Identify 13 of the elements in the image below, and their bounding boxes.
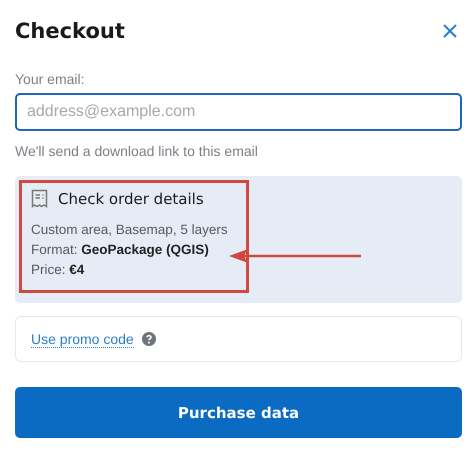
close-icon[interactable] [442,23,458,39]
order-detail: Format: GeoPackage (QGIS) [31,241,210,259]
receipt-icon [31,189,48,208]
help-icon[interactable] [142,332,156,346]
promo-link[interactable]: Use promo code [31,330,134,348]
field-label: Your email: [15,71,86,87]
order-detail: Price: €4 [31,261,86,279]
dialog-title: Checkout [15,19,125,43]
order-heading: Check order details [58,190,204,208]
order-detail: Custom area, Basemap, 5 layers [31,221,229,239]
purchase-button[interactable]: Purchase data [15,387,462,438]
email-field[interactable]: address@example.com [15,93,462,131]
hint-text: We'll send a download link to this email [15,143,259,159]
